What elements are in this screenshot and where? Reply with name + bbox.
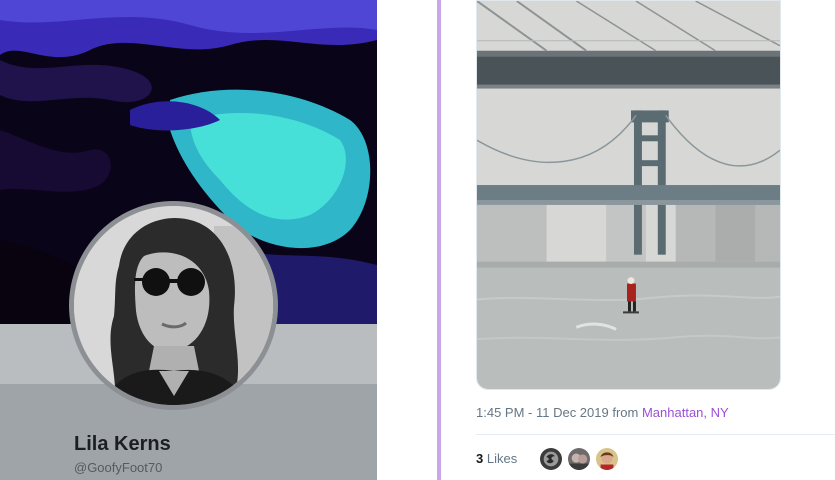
liker-avatar[interactable] — [567, 447, 591, 471]
tweet-timestamp[interactable]: 1:45 PM - 11 Dec 2019 from — [476, 405, 638, 420]
screen: Lila Kerns @GoofyFoot70 1:45 PM - 11 Dec… — [0, 0, 835, 480]
tweet-photo[interactable] — [476, 0, 781, 390]
liker-avatar[interactable] — [595, 447, 619, 471]
tweet-detail-panel: 1:45 PM - 11 Dec 2019 from Manhattan, NY… — [441, 0, 835, 480]
likes-stat[interactable]: 3 Likes — [476, 451, 517, 466]
profile-handle: @GoofyFoot70 — [74, 460, 163, 475]
likes-label: Likes — [486, 451, 518, 466]
modal-backdrop-gap — [377, 0, 437, 480]
tweet-timestamp-line: 1:45 PM - 11 Dec 2019 from Manhattan, NY — [476, 405, 729, 420]
profile-avatar[interactable] — [69, 201, 278, 410]
liker-avatar[interactable] — [539, 447, 563, 471]
profile-name: Lila Kerns — [74, 433, 171, 455]
liker-avatars — [539, 447, 623, 471]
profile-panel: Lila Kerns @GoofyFoot70 — [0, 0, 377, 480]
stats-divider — [476, 434, 835, 435]
likes-count: 3 — [476, 451, 484, 466]
tweet-location-link[interactable]: Manhattan, NY — [642, 405, 729, 420]
